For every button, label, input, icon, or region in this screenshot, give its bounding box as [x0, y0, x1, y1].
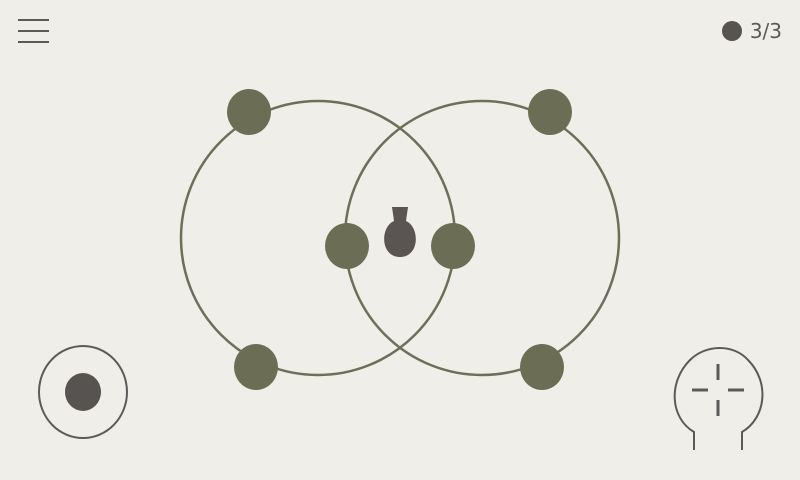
ball-button[interactable] — [37, 343, 129, 441]
aim-button[interactable] — [670, 342, 766, 454]
node-center-left[interactable] — [325, 223, 369, 269]
node-bottom-right[interactable] — [520, 344, 564, 390]
node-bottom-left[interactable] — [234, 344, 278, 390]
keyhole-piece[interactable] — [384, 207, 416, 257]
node-top-right[interactable] — [528, 89, 572, 135]
aim-button-outline — [673, 347, 764, 450]
node-top-left[interactable] — [227, 89, 271, 135]
node-center-right[interactable] — [431, 223, 475, 269]
crosshair-icon — [692, 364, 744, 416]
ball-icon — [65, 373, 101, 411]
